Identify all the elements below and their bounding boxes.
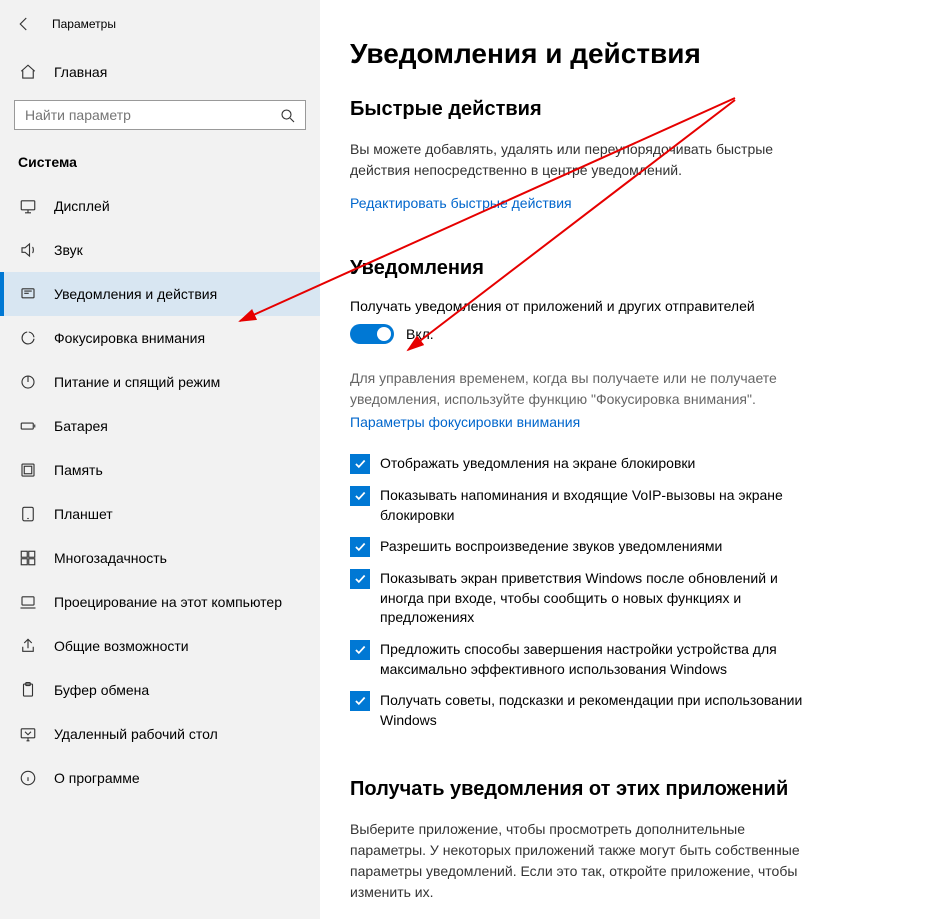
nav-label: Планшет [54, 506, 113, 522]
nav-label: Звук [54, 242, 83, 258]
home-button[interactable]: Главная [0, 52, 320, 92]
tablet-icon [18, 504, 38, 524]
nav-label: Общие возможности [54, 638, 189, 654]
nav-item-11[interactable]: Буфер обмена [0, 668, 320, 712]
power-icon [18, 372, 38, 392]
nav-item-0[interactable]: Дисплей [0, 184, 320, 228]
checkbox-row-0: Отображать уведомления на экране блокиро… [350, 454, 810, 474]
display-icon [18, 196, 38, 216]
clipboard-icon [18, 680, 38, 700]
nav-item-3[interactable]: Фокусировка внимания [0, 316, 320, 360]
search-icon [279, 107, 295, 123]
nav-item-8[interactable]: Многозадачность [0, 536, 320, 580]
multitask-icon [18, 548, 38, 568]
window-title: Параметры [52, 17, 116, 31]
nav-list: Дисплей Звук Уведомления и действия Фокусир… [0, 184, 320, 800]
home-icon [18, 62, 38, 82]
notifications-heading: Уведомления [350, 257, 905, 280]
group-header: Система [0, 148, 320, 184]
nav-item-13[interactable]: О программе [0, 756, 320, 800]
notifications-toggle-label: Получать уведомления от приложений и дру… [350, 298, 905, 314]
notifications-toggle[interactable] [350, 324, 394, 344]
nav-item-10[interactable]: Общие возможности [0, 624, 320, 668]
checkbox-label: Показывать экран приветствия Windows пос… [380, 569, 810, 628]
nav-label: Многозадачность [54, 550, 167, 566]
nav-item-9[interactable]: Проецирование на этот компьютер [0, 580, 320, 624]
checkbox-row-5: Получать советы, подсказки и рекомендаци… [350, 691, 810, 730]
search-box[interactable] [14, 100, 306, 130]
notifications-icon [18, 284, 38, 304]
remote-icon [18, 724, 38, 744]
nav-label: Дисплей [54, 198, 110, 214]
checkbox-5[interactable] [350, 691, 370, 711]
page-title: Уведомления и действия [350, 38, 905, 70]
checkbox-label: Отображать уведомления на экране блокиро… [380, 454, 695, 474]
nav-label: О программе [54, 770, 140, 786]
apps-desc: Выберите приложение, чтобы просмотреть д… [350, 819, 810, 903]
checkbox-row-2: Разрешить воспроизведение звуков уведомл… [350, 537, 810, 557]
checkbox-row-3: Показывать экран приветствия Windows пос… [350, 569, 810, 628]
checkbox-3[interactable] [350, 569, 370, 589]
nav-label: Память [54, 462, 103, 478]
nav-item-5[interactable]: Батарея [0, 404, 320, 448]
nav-label: Удаленный рабочий стол [54, 726, 218, 742]
sound-icon [18, 240, 38, 260]
quick-actions-heading: Быстрые действия [350, 98, 905, 121]
nav-label: Уведомления и действия [54, 286, 217, 302]
nav-item-6[interactable]: Память [0, 448, 320, 492]
nav-label: Буфер обмена [54, 682, 149, 698]
checkbox-row-4: Предложить способы завершения настройки … [350, 640, 810, 679]
checkbox-row-1: Показывать напоминания и входящие VoIP-в… [350, 486, 810, 525]
nav-label: Батарея [54, 418, 108, 434]
edit-quick-actions-link[interactable]: Редактировать быстрые действия [350, 195, 572, 211]
nav-label: Проецирование на этот компьютер [54, 594, 282, 610]
nav-item-12[interactable]: Удаленный рабочий стол [0, 712, 320, 756]
nav-item-4[interactable]: Питание и спящий режим [0, 360, 320, 404]
apps-heading: Получать уведомления от этих приложений [350, 778, 905, 801]
focus-desc: Для управления временем, когда вы получа… [350, 368, 810, 410]
nav-item-7[interactable]: Планшет [0, 492, 320, 536]
about-icon [18, 768, 38, 788]
storage-icon [18, 460, 38, 480]
quick-actions-desc: Вы можете добавлять, удалять или переупо… [350, 139, 810, 181]
toggle-state-label: Вкл. [406, 326, 434, 342]
checkbox-1[interactable] [350, 486, 370, 506]
checkbox-list: Отображать уведомления на экране блокиро… [350, 454, 905, 730]
checkbox-label: Разрешить воспроизведение звуков уведомл… [380, 537, 722, 557]
nav-label: Питание и спящий режим [54, 374, 220, 390]
checkbox-2[interactable] [350, 537, 370, 557]
main-content: Уведомления и действия Быстрые действия … [320, 0, 935, 919]
focus-icon [18, 328, 38, 348]
sidebar: Параметры Главная Система Дисплей Звук Уве… [0, 0, 320, 919]
nav-item-2[interactable]: Уведомления и действия [0, 272, 320, 316]
checkbox-label: Получать советы, подсказки и рекомендаци… [380, 691, 810, 730]
battery-icon [18, 416, 38, 436]
titlebar: Параметры [0, 8, 320, 52]
home-label: Главная [54, 64, 107, 80]
focus-assist-link[interactable]: Параметры фокусировки внимания [350, 414, 580, 430]
projecting-icon [18, 592, 38, 612]
nav-item-1[interactable]: Звук [0, 228, 320, 272]
checkbox-4[interactable] [350, 640, 370, 660]
checkbox-0[interactable] [350, 454, 370, 474]
shared-icon [18, 636, 38, 656]
nav-label: Фокусировка внимания [54, 330, 205, 346]
back-button[interactable] [14, 14, 34, 34]
search-input[interactable] [25, 107, 279, 123]
checkbox-label: Показывать напоминания и входящие VoIP-в… [380, 486, 810, 525]
checkbox-label: Предложить способы завершения настройки … [380, 640, 810, 679]
